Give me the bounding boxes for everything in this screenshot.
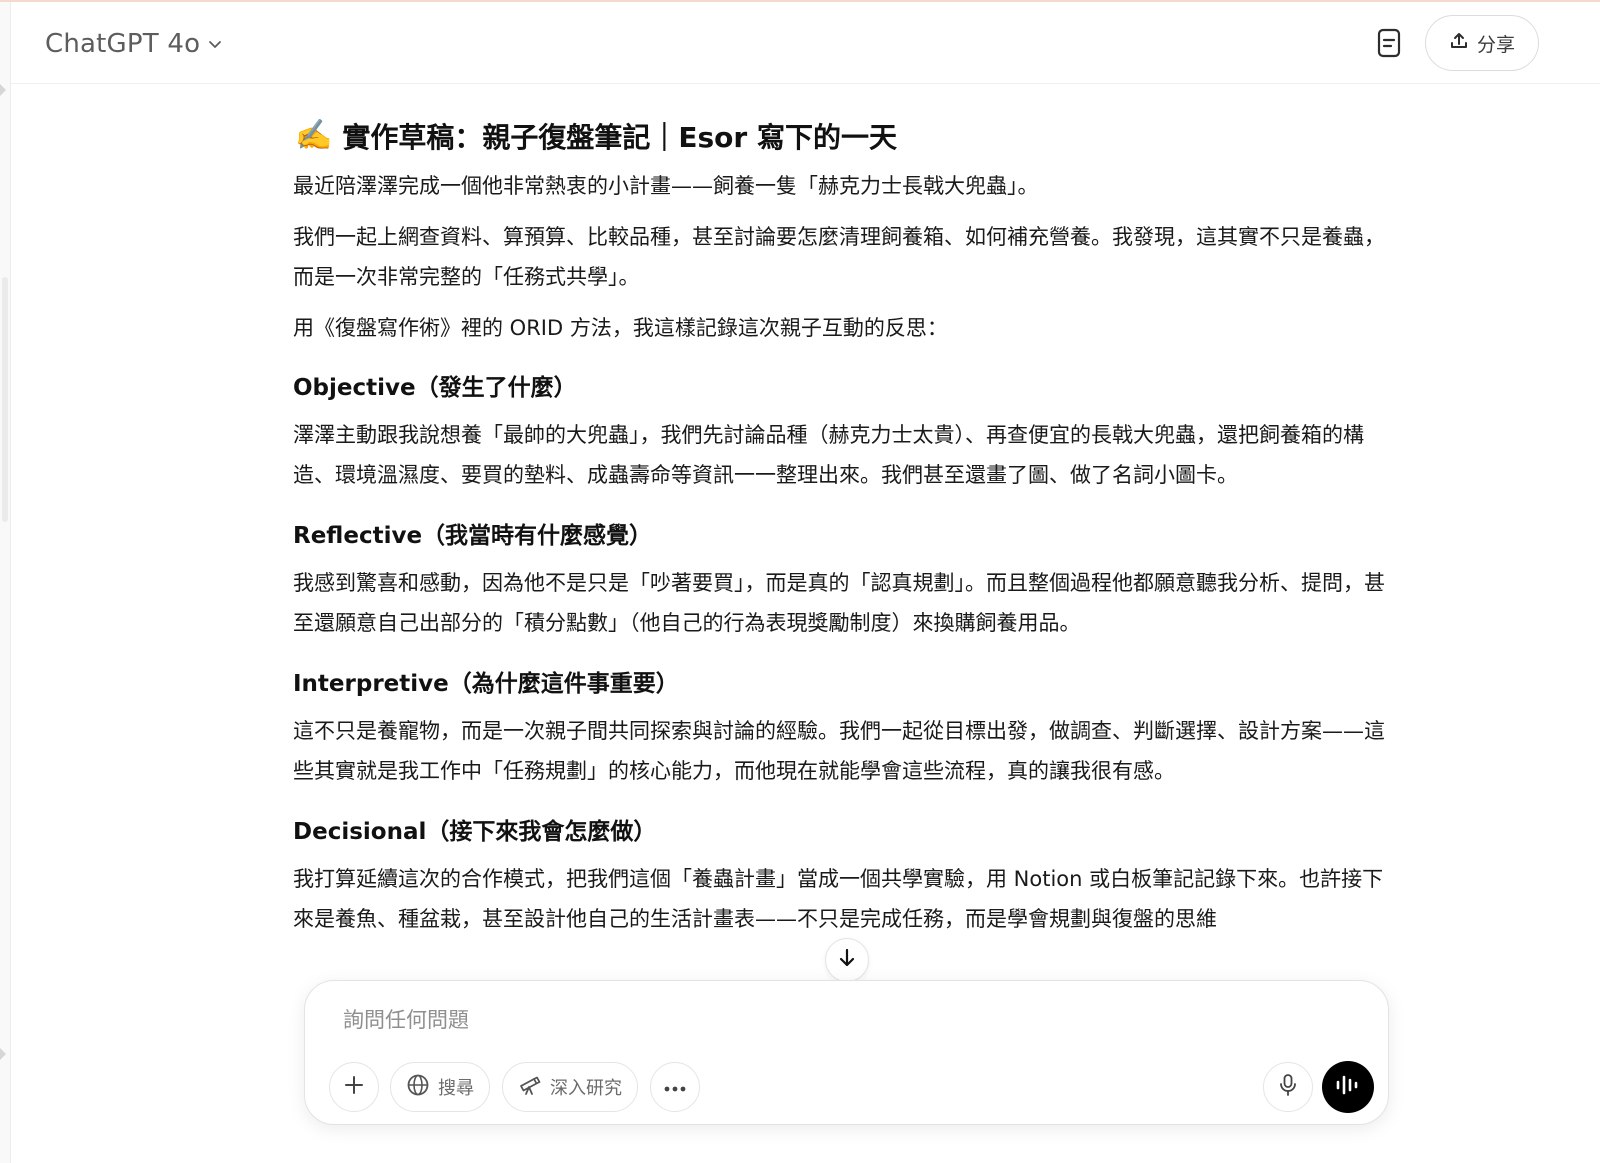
document-icon — [1376, 28, 1402, 62]
telescope-icon — [518, 1073, 542, 1101]
scroll-to-bottom-button[interactable] — [825, 938, 869, 982]
arrow-down-icon — [836, 947, 858, 973]
globe-icon — [406, 1073, 430, 1101]
deep-research-button[interactable]: 深入研究 — [502, 1062, 638, 1112]
intro-paragraph-2: 我們一起上網查資料、算預算、比較品種，甚至討論要怎麼清理飼養箱、如何補充營養。我… — [293, 225, 1385, 289]
mic-icon — [1278, 1073, 1298, 1101]
section-heading-interpretive: Interpretive（為什麼這件事重要） — [293, 671, 679, 697]
voice-wave-icon — [1335, 1074, 1361, 1100]
dictation-button[interactable] — [1263, 1062, 1313, 1112]
deep-research-label: 深入研究 — [550, 1078, 622, 1099]
model-name: ChatGPT 4o — [45, 29, 201, 59]
section-heading-reflective: Reflective（我當時有什麼感覺） — [293, 523, 653, 549]
more-tools-button[interactable] — [650, 1062, 700, 1112]
prompt-input[interactable] — [343, 1003, 1243, 1037]
section-heading-decisional: Decisional（接下來我會怎麼做） — [293, 819, 657, 845]
share-label: 分享 — [1476, 33, 1515, 56]
message-title: ✍️ 實作草稿：親子復盤筆記｜Esor 寫下的一天 — [295, 110, 1393, 162]
message-composer: 搜尋 深入研究 — [304, 980, 1389, 1125]
section-body-decisional: 我打算延續這次的合作模式，把我們這個「養蟲計畫」當成一個共學實驗，用 Notio… — [293, 867, 1384, 931]
share-icon — [1449, 31, 1469, 55]
model-selector[interactable]: ChatGPT 4o — [45, 26, 224, 62]
sidebar-scroll-thumb[interactable] — [2, 277, 8, 522]
search-button[interactable]: 搜尋 — [390, 1062, 490, 1112]
section-body-reflective: 我感到驚喜和感動，因為他不是只是「吵著要買」，而是真的「認真規劃」。而且整個過程… — [293, 571, 1385, 635]
intro-paragraph-3: 用《復盤寫作術》裡的 ORID 方法，我這樣記錄這次親子互動的反思： — [293, 316, 948, 340]
more-icon — [663, 1078, 687, 1097]
add-attachment-button[interactable] — [329, 1062, 379, 1112]
section-body-interpretive: 這不只是養寵物，而是一次親子間共同探索與討論的經驗。我們一起從目標出發，做調查、… — [293, 719, 1385, 783]
share-button[interactable]: 分享 — [1425, 15, 1539, 71]
chevron-down-icon — [206, 35, 224, 53]
plus-icon — [343, 1074, 365, 1100]
rail-marker-bottom — [0, 1048, 6, 1060]
search-label: 搜尋 — [438, 1078, 474, 1099]
message-title-text: 實作草稿：親子復盤筆記｜Esor 寫下的一天 — [342, 121, 897, 154]
canvas-document-button[interactable] — [1367, 23, 1411, 67]
intro-paragraph-1: 最近陪澤澤完成一個他非常熱衷的小計畫——飼養一隻「赫克力士長戟大兜蟲」。 — [293, 174, 1039, 198]
section-body-objective: 澤澤主動跟我說想養「最帥的大兜蟲」，我們先討論品種（赫克力士太貴）、再查便宜的長… — [293, 423, 1364, 487]
rail-marker-top — [0, 84, 6, 96]
writing-hand-icon: ✍️ — [295, 118, 333, 153]
sidebar-rail[interactable] — [0, 2, 11, 1163]
voice-mode-button[interactable] — [1322, 1061, 1374, 1113]
top-header: ChatGPT 4o 分享 — [11, 2, 1600, 84]
section-heading-objective: Objective（發生了什麼） — [293, 375, 577, 401]
assistant-message: ✍️ 實作草稿：親子復盤筆記｜Esor 寫下的一天 最近陪澤澤完成一個他非常熱衷… — [293, 110, 1393, 939]
